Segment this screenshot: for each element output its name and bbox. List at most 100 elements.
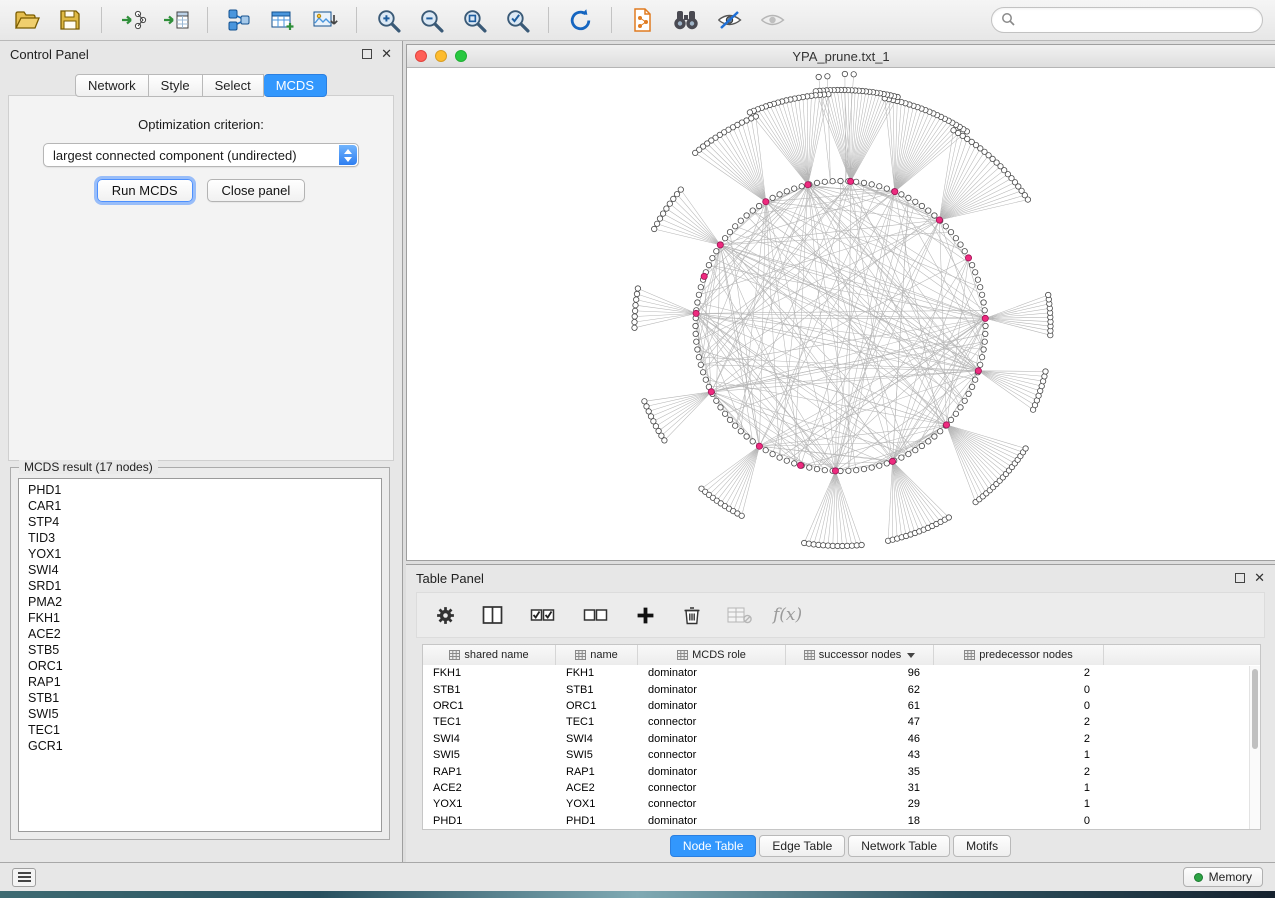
cell: 43 [786,749,934,761]
delete-column-icon[interactable] [679,602,705,628]
table-panel-title: Table Panel [416,571,484,586]
zoom-out-icon[interactable] [416,5,446,35]
cell: dominator [638,700,786,712]
toolbar-separator [548,7,549,33]
settings-gear-icon[interactable] [432,602,458,628]
criterion-select[interactable]: largest connected component (undirected) [43,143,359,167]
cell: 2 [934,766,1104,778]
search-field[interactable] [991,7,1263,33]
column-header-mcds-role[interactable]: MCDS role [638,645,786,665]
import-table-icon[interactable] [161,5,191,35]
mcds-result-item[interactable]: GCR1 [19,738,381,754]
import-network-icon[interactable] [118,5,148,35]
cell: dominator [638,667,786,679]
network-window: YPA_prune.txt_1 [406,44,1275,561]
zoom-fit-icon[interactable] [459,5,489,35]
mcds-result-item[interactable]: SRD1 [19,578,381,594]
new-table-icon[interactable] [267,5,297,35]
table-row[interactable]: STB1STB1dominator620 [423,681,1260,697]
cell: 0 [934,700,1104,712]
close-panel-icon[interactable]: ✕ [381,49,392,59]
cell: SWI5 [556,749,638,761]
mcds-result-item[interactable]: ACE2 [19,626,381,642]
share-document-icon[interactable] [628,5,658,35]
table-toolbar: f(x) [416,592,1265,638]
mcds-result-item[interactable]: TEC1 [19,722,381,738]
table-row[interactable]: SWI5SWI5connector431 [423,747,1260,763]
cell: TEC1 [423,716,556,728]
tab-style[interactable]: Style [149,74,203,97]
desktop-wallpaper-strip [0,891,1275,898]
hide-analysis-eye-icon[interactable] [714,5,744,35]
cell: connector [638,782,786,794]
close-panel-button[interactable]: Close panel [207,179,306,202]
mcds-result-item[interactable]: TID3 [19,530,381,546]
tab-network-table[interactable]: Network Table [848,835,950,857]
table-row[interactable]: ACE2ACE2connector311 [423,780,1260,796]
close-panel-icon[interactable]: ✕ [1254,573,1265,583]
table-row[interactable]: FKH1FKH1dominator962 [423,665,1260,681]
column-header-filler [1104,645,1260,665]
export-image-icon[interactable] [310,5,340,35]
tab-select[interactable]: Select [203,74,264,97]
tab-motifs[interactable]: Motifs [953,835,1011,857]
mcds-result-item[interactable]: RAP1 [19,674,381,690]
zoom-selected-icon[interactable] [502,5,532,35]
mcds-result-item[interactable]: FKH1 [19,610,381,626]
network-view[interactable] [407,68,1275,560]
tab-node-table[interactable]: Node Table [670,835,757,857]
table-scrollbar[interactable] [1249,666,1260,829]
unselect-all-icon[interactable] [579,602,611,628]
mcds-result-item[interactable]: SWI4 [19,562,381,578]
cell: RAP1 [556,766,638,778]
mcds-result-item[interactable]: SWI5 [19,706,381,722]
new-network-icon[interactable] [224,5,254,35]
memory-label: Memory [1209,870,1252,884]
mcds-result-item[interactable]: YOX1 [19,546,381,562]
cell: YOX1 [423,798,556,810]
column-header-predecessor-nodes[interactable]: predecessor nodes [934,645,1104,665]
mcds-result-item[interactable]: STB5 [19,642,381,658]
cell: dominator [638,766,786,778]
network-window-title: YPA_prune.txt_1 [407,49,1275,64]
tab-edge-table[interactable]: Edge Table [759,835,845,857]
toolbar-separator [611,7,612,33]
search-binoculars-icon[interactable] [671,5,701,35]
search-icon [1001,12,1015,29]
scrollbar-thumb[interactable] [1252,669,1258,749]
float-panel-icon[interactable] [1235,573,1245,583]
mcds-result-item[interactable]: STP4 [19,514,381,530]
mcds-result-list[interactable]: PHD1CAR1STP4TID3YOX1SWI4SRD1PMA2FKH1ACE2… [18,478,382,832]
table-row[interactable]: TEC1TEC1connector472 [423,714,1260,730]
memory-button[interactable]: Memory [1183,867,1263,887]
run-mcds-button[interactable]: Run MCDS [97,179,193,202]
cell: 62 [786,684,934,696]
add-column-icon[interactable] [632,602,658,628]
refresh-icon[interactable] [565,5,595,35]
open-file-icon[interactable] [12,5,42,35]
select-all-icon[interactable] [526,602,558,628]
show-eye-icon[interactable] [757,5,787,35]
mcds-result-item[interactable]: PMA2 [19,594,381,610]
column-header-name[interactable]: name [556,645,638,665]
tab-mcds[interactable]: MCDS [264,74,327,97]
tab-network[interactable]: Network [75,74,149,97]
table-row[interactable]: RAP1RAP1dominator352 [423,763,1260,779]
table-row[interactable]: SWI4SWI4dominator462 [423,731,1260,747]
save-icon[interactable] [55,5,85,35]
search-input[interactable] [1021,13,1253,28]
mcds-result-item[interactable]: CAR1 [19,498,381,514]
table-row[interactable]: PHD1PHD1dominator180 [423,813,1260,829]
cell: 2 [934,733,1104,745]
table-row[interactable]: ORC1ORC1dominator610 [423,698,1260,714]
zoom-in-icon[interactable] [373,5,403,35]
mcds-result-item[interactable]: STB1 [19,690,381,706]
mcds-result-item[interactable]: ORC1 [19,658,381,674]
column-visibility-icon[interactable] [479,602,505,628]
column-header-successor-nodes[interactable]: successor nodes [786,645,934,665]
column-header-shared-name[interactable]: shared name [423,645,556,665]
show-panels-menu-icon[interactable] [12,868,36,887]
table-row[interactable]: YOX1YOX1connector291 [423,796,1260,812]
mcds-result-item[interactable]: PHD1 [19,482,381,498]
float-panel-icon[interactable] [362,49,372,59]
